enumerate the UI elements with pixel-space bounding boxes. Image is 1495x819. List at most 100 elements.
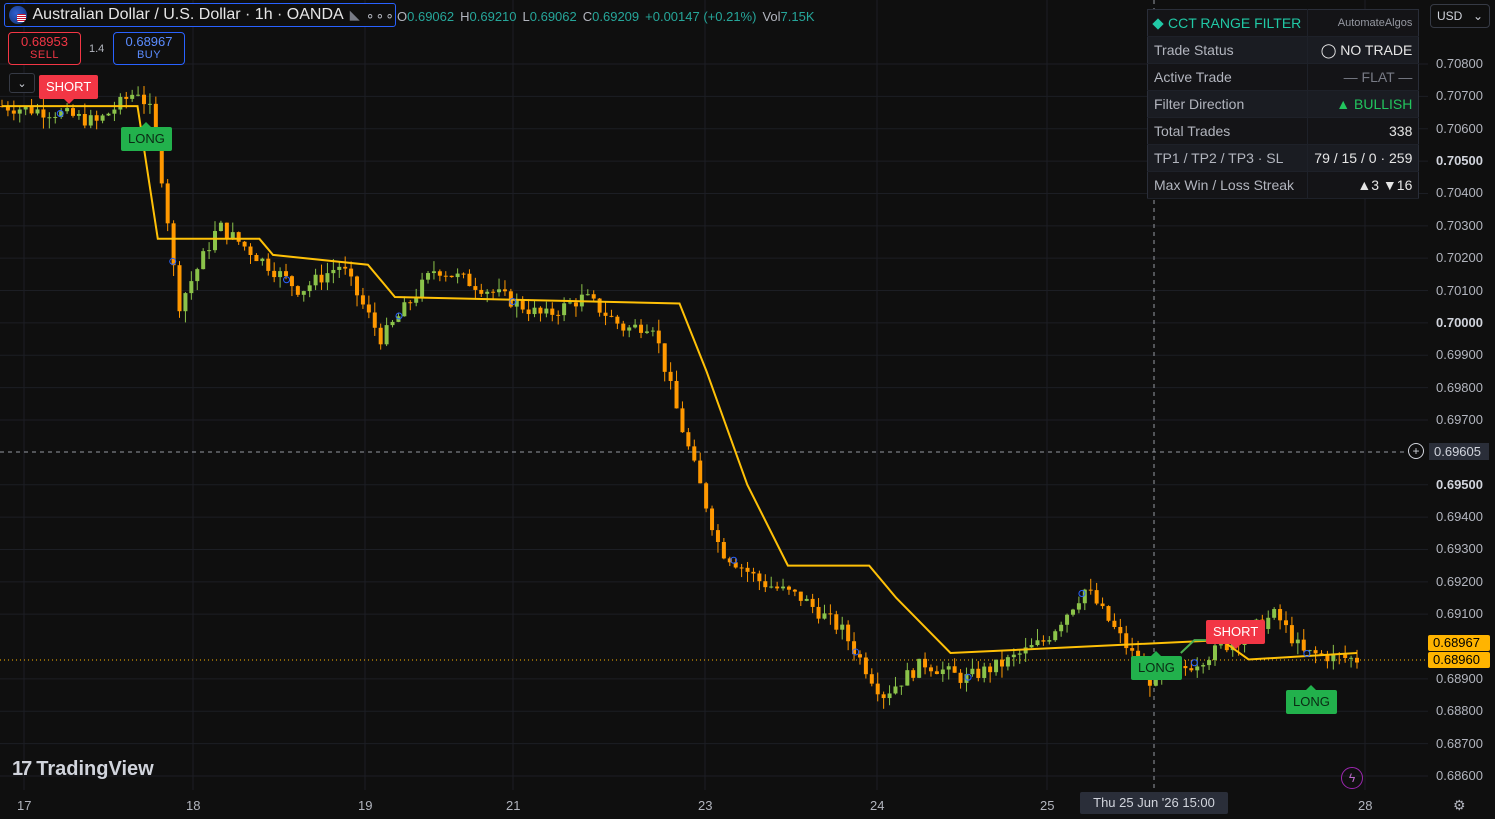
- candle-body: [745, 567, 750, 572]
- candle-body: [502, 289, 507, 292]
- candle-body: [615, 316, 620, 324]
- collapse-legend-button[interactable]: ⌄: [9, 73, 35, 93]
- sell-button[interactable]: 0.68953 SELL: [8, 32, 81, 65]
- candle-body: [343, 266, 348, 269]
- long-signal-label: LONG: [121, 122, 172, 151]
- candle-body: [100, 115, 105, 121]
- candle-body: [254, 254, 259, 262]
- table-row: Max Win / Loss Streak ▲3 ▼16: [1147, 171, 1419, 199]
- tradingview-watermark[interactable]: 17 TradingView: [12, 758, 154, 781]
- lightning-icon[interactable]: ϟ: [1341, 767, 1363, 789]
- candle-body: [1106, 606, 1111, 621]
- candle-body: [242, 241, 247, 247]
- candle-body: [1035, 640, 1040, 646]
- candle-body: [1130, 648, 1135, 651]
- candle-body: [224, 222, 229, 239]
- trade-status-value: ◯ NO TRADE: [1307, 36, 1419, 64]
- candle-body: [420, 279, 425, 298]
- candle-body: [35, 109, 40, 114]
- open-value: 0.69062: [407, 9, 455, 24]
- candle-body: [313, 274, 318, 286]
- candle-body: [1041, 640, 1046, 642]
- candle-body: [816, 606, 821, 619]
- candle-body: [556, 314, 561, 316]
- candle-body: [106, 113, 111, 116]
- watermark-text: TradingView: [36, 758, 154, 780]
- long-signal-label: LONG: [1286, 685, 1337, 714]
- candle-body: [29, 106, 34, 114]
- symbol-bar[interactable]: Australian Dollar / U.S. Dollar · 1h · O…: [4, 3, 396, 27]
- candle-body: [994, 659, 999, 673]
- candle-body: [781, 586, 786, 589]
- candle-body: [272, 270, 277, 278]
- candle-body: [467, 273, 472, 287]
- candle-body: [585, 294, 590, 296]
- time-axis-label: 28: [1358, 798, 1373, 813]
- price-axis-label: 0.69100: [1436, 606, 1483, 622]
- spread-value: 1.4: [89, 43, 105, 55]
- currency-selector[interactable]: USD ⌄: [1430, 4, 1490, 28]
- candle-body: [1017, 653, 1022, 655]
- sell-label: SELL: [30, 49, 59, 61]
- candle-body: [1266, 617, 1271, 629]
- candle-body: [142, 94, 147, 105]
- candle-body: [355, 276, 360, 296]
- candle-body: [680, 408, 685, 433]
- candle-body: [905, 670, 910, 686]
- candle-body: [1047, 640, 1052, 642]
- candle-body: [1076, 603, 1081, 610]
- flag-icon[interactable]: ◣: [350, 7, 360, 23]
- candle-body: [863, 657, 868, 675]
- candle-body: [1011, 654, 1016, 658]
- candle-body: [266, 258, 271, 271]
- candle-body: [71, 108, 76, 116]
- candle-body: [1301, 639, 1306, 651]
- candle-body: [639, 324, 644, 333]
- candle-body: [195, 269, 200, 282]
- candle-body: [11, 110, 16, 114]
- price-axis-label: 0.70800: [1436, 56, 1483, 71]
- chevron-down-icon: ⌄: [1472, 9, 1483, 23]
- candle-body: [857, 654, 862, 658]
- gear-icon[interactable]: ⚙: [1453, 797, 1469, 813]
- candle-body: [999, 659, 1004, 667]
- more-icon[interactable]: ∘∘∘: [366, 7, 395, 24]
- candle-body: [686, 432, 691, 447]
- row-label: Total Trades: [1147, 117, 1308, 145]
- candle-body: [1283, 620, 1288, 626]
- candle-body: [289, 276, 294, 287]
- candle-body: [94, 115, 99, 121]
- candle-body: [1094, 590, 1099, 604]
- candle-body: [82, 113, 87, 126]
- candle-body: [798, 591, 803, 601]
- buy-button[interactable]: 0.68967 BUY: [113, 32, 185, 65]
- candle-body: [970, 668, 975, 675]
- candle-body: [934, 671, 939, 675]
- streak-value: ▲3 ▼16: [1307, 171, 1419, 199]
- candle-body: [1195, 666, 1200, 671]
- candle-body: [41, 109, 46, 118]
- candle-body: [544, 308, 549, 314]
- candle-body: [1112, 620, 1117, 627]
- candle-body: [822, 613, 827, 619]
- candle-body: [834, 614, 839, 630]
- candle-body: [988, 666, 993, 673]
- row-label: Filter Direction: [1147, 90, 1308, 118]
- candle-body: [940, 669, 945, 675]
- add-alert-icon[interactable]: +: [1408, 443, 1424, 459]
- candle-body: [704, 483, 709, 509]
- candle-body: [1005, 657, 1010, 667]
- candle-body: [621, 323, 626, 331]
- candle-body: [692, 446, 697, 461]
- candle-body: [982, 666, 987, 678]
- candle-body: [1289, 625, 1294, 644]
- price-axis-label: 0.68700: [1436, 735, 1483, 751]
- candle-body: [923, 658, 928, 668]
- candle-body: [1053, 631, 1058, 641]
- candle-body: [47, 117, 52, 119]
- table-row: Trade Status ◯ NO TRADE: [1147, 36, 1419, 64]
- candle-body: [53, 116, 58, 118]
- price-axis-label: 0.68600: [1436, 768, 1483, 783]
- buy-price: 0.68967: [125, 34, 173, 49]
- symbol-title[interactable]: Australian Dollar / U.S. Dollar · 1h · O…: [33, 6, 344, 24]
